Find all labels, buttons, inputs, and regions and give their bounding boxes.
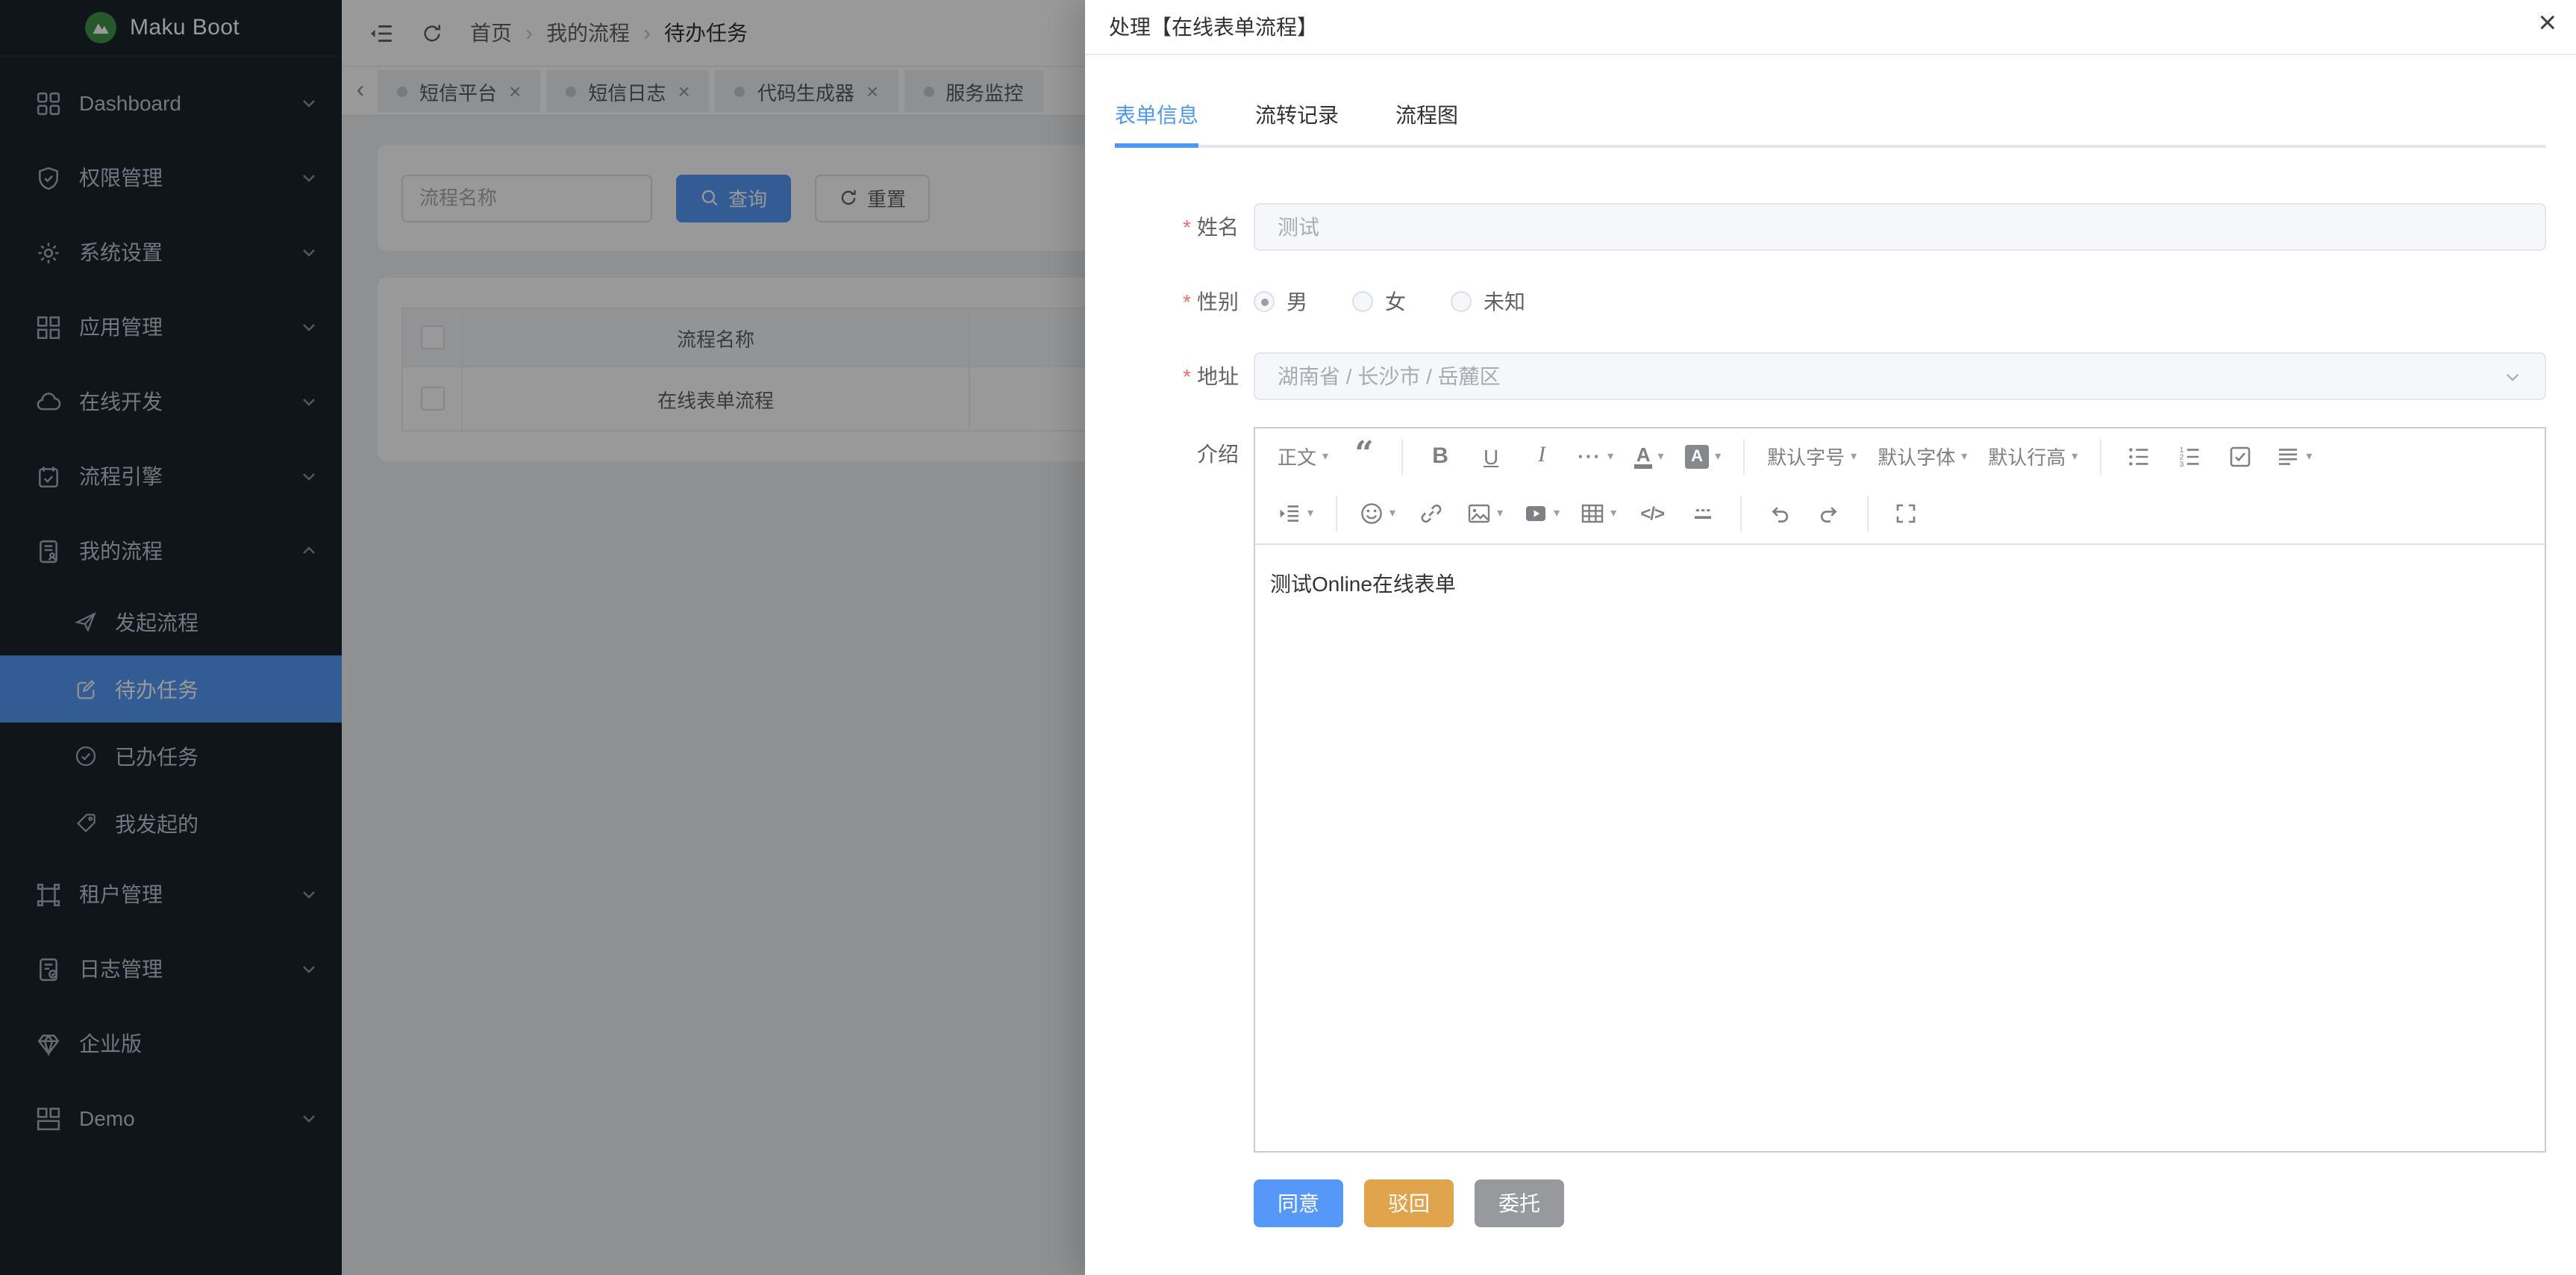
tab-flow-records[interactable]: 流转记录 [1255, 85, 1339, 145]
form-row-intro: 介绍 正文 ▾ “ [1115, 427, 2546, 1153]
italic-button[interactable]: I [1524, 437, 1560, 476]
quote-icon: “ [1354, 446, 1373, 467]
more-styles-dropdown[interactable]: ··· ▾ [1575, 437, 1616, 476]
delegate-button[interactable]: 委托 [1475, 1179, 1564, 1227]
toolbar-divider [1743, 438, 1745, 474]
caret-down-icon: ▾ [1497, 508, 1503, 520]
caret-down-icon: ▾ [1851, 450, 1857, 462]
address-select[interactable]: 湖南省 / 长沙市 / 岳麓区 [1254, 352, 2546, 400]
line-height-dropdown[interactable]: 默认行高 ▾ [1985, 437, 2081, 476]
caret-down-icon: ▾ [1307, 508, 1313, 520]
drawer-header: 处理【在线表单流程】 × [1085, 0, 2576, 55]
required-asterisk: * [1183, 290, 1191, 314]
caret-down-icon: ▾ [1554, 508, 1560, 520]
redo-button[interactable] [1812, 494, 1848, 533]
action-buttons: 同意 驳回 委托 [1254, 1179, 2546, 1227]
caret-down-icon: ▾ [2306, 450, 2312, 462]
bg-color-dropdown[interactable]: A ▾ [1682, 437, 1724, 476]
bold-button[interactable]: B [1422, 437, 1458, 476]
caret-down-icon: ▾ [1715, 450, 1721, 462]
link-button[interactable] [1413, 494, 1449, 533]
video-dropdown[interactable]: ▾ [1521, 494, 1563, 533]
name-label: * 姓名 [1115, 203, 1254, 251]
undo-button[interactable] [1761, 494, 1797, 533]
svg-text:3: 3 [2180, 460, 2184, 468]
editor-paragraph: 测试Online在线表单 [1270, 567, 2530, 600]
radio-male[interactable]: 男 [1254, 287, 1307, 317]
address-label: * 地址 [1115, 352, 1254, 400]
font-size-dropdown[interactable]: 默认字号 ▾ [1764, 437, 1860, 476]
drawer-body: 表单信息 流转记录 流程图 * 姓名 测试 * 性 [1085, 85, 2576, 1227]
caret-down-icon: ▾ [1961, 450, 1967, 462]
gender-radio-group: 男 女 未知 [1254, 278, 2546, 325]
tab-form-info[interactable]: 表单信息 [1115, 85, 1198, 145]
editor-content[interactable]: 测试Online在线表单 [1255, 545, 2545, 1151]
caret-down-icon: ▾ [1389, 508, 1395, 520]
emoji-dropdown[interactable]: ▾ [1357, 494, 1398, 533]
image-dropdown[interactable]: ▾ [1464, 494, 1506, 533]
form-row-name: * 姓名 测试 [1115, 203, 2546, 251]
form-row-address: * 地址 湖南省 / 长沙市 / 岳麓区 [1115, 352, 2546, 400]
form-row-actions: 同意 驳回 委托 [1115, 1179, 2546, 1227]
intro-label: 介绍 [1115, 427, 1254, 475]
indent-dropdown[interactable]: ▾ [1275, 494, 1316, 533]
drawer-title: 处理【在线表单流程】 [1109, 12, 1318, 42]
radio-icon [1451, 291, 1472, 312]
tab-flow-diagram[interactable]: 流程图 [1395, 85, 1458, 145]
form-row-gender: * 性别 男 女 未知 [1115, 278, 2546, 325]
caret-down-icon: ▾ [1657, 450, 1663, 462]
caret-down-icon: ▾ [1607, 450, 1613, 462]
rich-text-editor: 正文 ▾ “ B [1254, 427, 2546, 1153]
caret-down-icon: ▾ [2072, 450, 2078, 462]
align-dropdown[interactable]: ▾ [2273, 437, 2315, 476]
underline-button[interactable]: U [1473, 437, 1509, 476]
toolbar-divider [1740, 496, 1742, 531]
ordered-list-button[interactable]: 123 [2172, 437, 2207, 476]
caret-down-icon: ▾ [1322, 450, 1328, 462]
process-drawer: 处理【在线表单流程】 × 表单信息 流转记录 流程图 * 姓名 测试 [1085, 0, 2576, 1275]
todo-list-button[interactable] [2222, 437, 2258, 476]
font-family-dropdown[interactable]: 默认字体 ▾ [1875, 437, 1970, 476]
gender-label: * 性别 [1115, 278, 1254, 325]
reject-button[interactable]: 驳回 [1364, 1179, 1454, 1227]
required-asterisk: * [1183, 215, 1191, 239]
blockquote-button[interactable]: “ [1346, 437, 1382, 476]
radio-female[interactable]: 女 [1352, 287, 1406, 317]
radio-checked-icon [1254, 291, 1275, 312]
radio-icon [1352, 291, 1373, 312]
app-root: Maku Boot Dashboard 权限管理 系统设置 应用管理 [0, 0, 2576, 1275]
bullet-list-button[interactable] [2121, 437, 2157, 476]
close-icon[interactable]: × [2538, 7, 2557, 39]
toolbar-divider [1867, 496, 1869, 531]
chevron-down-icon [2503, 367, 2522, 386]
toolbar-divider [2100, 438, 2101, 474]
divider-button[interactable] [1685, 494, 1721, 533]
font-color-dropdown[interactable]: A ▾ [1631, 437, 1667, 476]
caret-down-icon: ▾ [1610, 508, 1616, 520]
toolbar-divider [1336, 496, 1337, 531]
radio-unknown[interactable]: 未知 [1451, 287, 1525, 317]
font-color-icon: A [1635, 444, 1652, 468]
paragraph-style-dropdown[interactable]: 正文 ▾ [1275, 437, 1331, 476]
approve-button[interactable]: 同意 [1254, 1179, 1343, 1227]
name-field[interactable]: 测试 [1254, 203, 2546, 251]
toolbar-divider [1401, 438, 1403, 474]
drawer-tabs: 表单信息 流转记录 流程图 [1115, 85, 2546, 148]
required-asterisk: * [1183, 364, 1191, 388]
table-dropdown[interactable]: ▾ [1578, 494, 1619, 533]
bg-color-icon: A [1685, 444, 1709, 468]
fullscreen-button[interactable] [1888, 494, 1924, 533]
editor-toolbar: 正文 ▾ “ B [1255, 428, 2545, 545]
drawer-form: * 姓名 测试 * 性别 男 [1115, 203, 2546, 1227]
code-block-button[interactable]: </> [1634, 494, 1670, 533]
